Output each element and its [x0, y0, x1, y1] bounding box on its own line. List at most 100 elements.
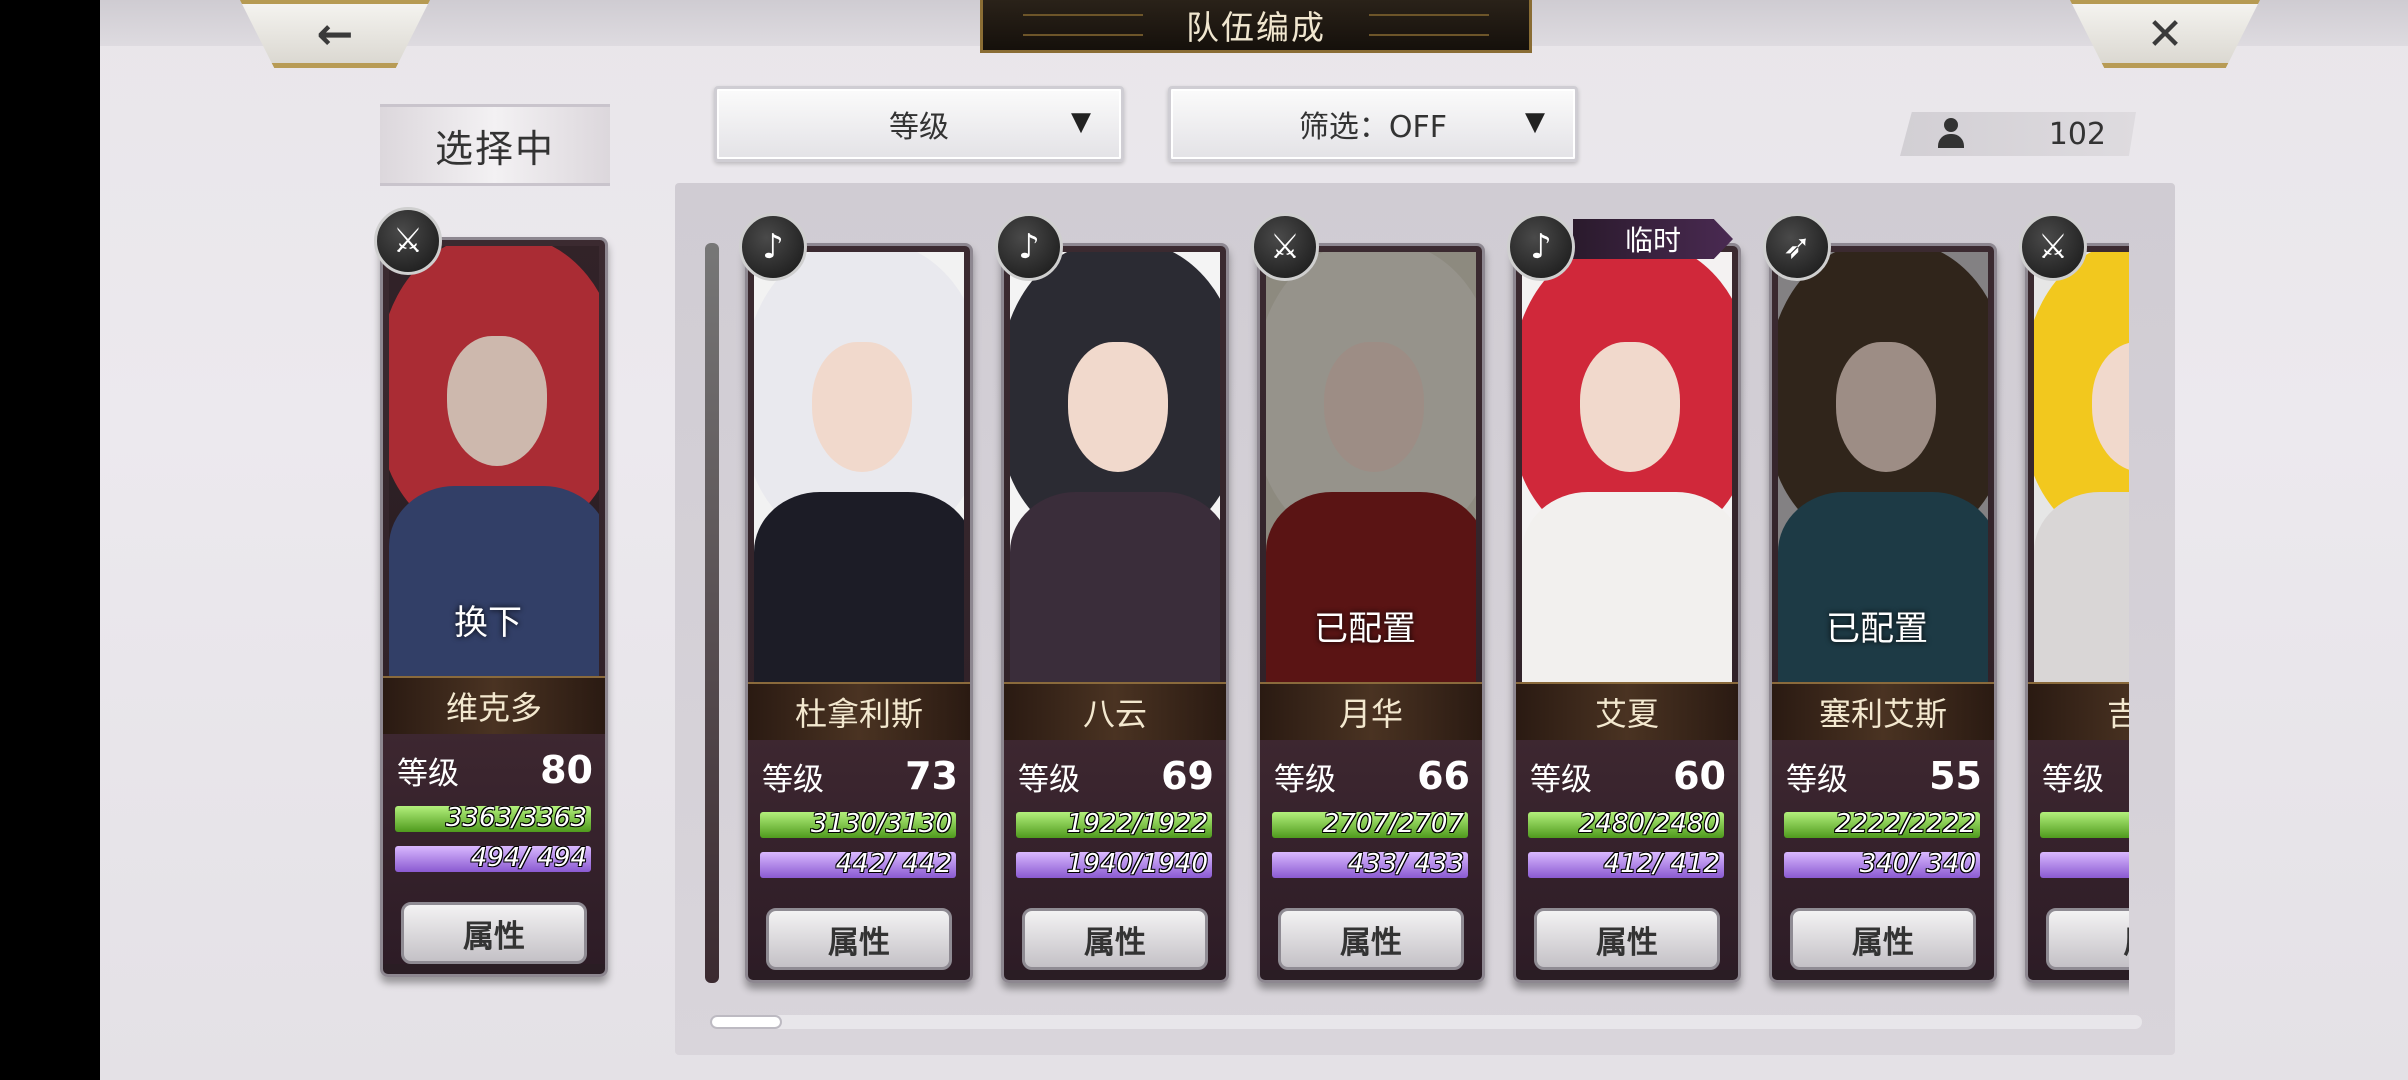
level-label: 等级	[1018, 761, 1080, 798]
mp-value: 442/ 442	[835, 852, 952, 878]
hp-bar: 3130/3130	[760, 812, 956, 838]
character-portrait	[2034, 252, 2129, 682]
level-value: 73	[905, 754, 958, 798]
roster-list[interactable]: ♪ 杜拿利斯 等级 73 3130/3130 442/ 442 属性 ♪ 八云 等级 69 1922/…	[705, 213, 2129, 1013]
character-name: 吉尔	[2028, 682, 2129, 742]
scrollbar-thumb[interactable]	[710, 1015, 782, 1029]
staff-icon: ♪	[739, 213, 807, 281]
chevron-down-icon: ▼	[1525, 107, 1545, 137]
card-frame: 艾夏等级 60 2480/2480 412/ 412 属性	[1513, 243, 1741, 983]
scrollbar[interactable]	[710, 1015, 2142, 1029]
mp-bar: 442/ 442	[760, 852, 956, 878]
card-frame: 换下 维克多 等级 80 3363/3363 494/ 494 属性	[380, 237, 608, 977]
mp-bar: 340/ 340	[1784, 852, 1980, 878]
character-name: 月华	[1260, 682, 1482, 742]
member-count: 102	[1900, 112, 2136, 156]
hp-bar: 1922/1922	[1016, 812, 1212, 838]
character-name: 杜拿利斯	[748, 682, 970, 742]
attributes-button[interactable]: 属	[2046, 908, 2129, 970]
filter-dropdown[interactable]: 筛选：OFF ▼	[1168, 86, 1578, 162]
hp-value: 2707/2707	[1322, 812, 1464, 838]
level-label: 等级	[397, 755, 459, 792]
character-name: 维克多	[383, 676, 605, 736]
attributes-button[interactable]: 属性	[1534, 908, 1720, 970]
hp-value: 3363/3363	[445, 806, 587, 832]
sort-dropdown[interactable]: 等级 ▼	[714, 86, 1124, 162]
selected-character-card[interactable]: ⚔ 换下 维克多 等级 80 3363/3363 494/ 494 属性	[374, 207, 608, 977]
level-value: 60	[1673, 754, 1726, 798]
temporary-tag: 临时	[1573, 219, 1733, 259]
back-button[interactable]: ←	[240, 0, 430, 68]
roster-panel: ♪ 杜拿利斯 等级 73 3130/3130 442/ 442 属性 ♪ 八云 等级 69 1922/…	[675, 183, 2175, 1055]
mp-value: 1940/1940	[1066, 852, 1208, 878]
status-text: 已配置	[1314, 609, 1416, 649]
mp-value: 494/ 494	[470, 846, 587, 872]
close-icon: ✕	[2146, 8, 2184, 60]
hp-bar: 2222/2222	[1784, 812, 1980, 838]
card-frame: 已配置 塞利艾斯 等级 55 2222/2222 340/ 340 属性	[1769, 243, 1997, 983]
character-name: 八云	[1004, 682, 1226, 742]
character-portrait	[1522, 252, 1732, 682]
roster-card[interactable]: ♪ 临时艾夏等级 60 2480/2480 412/ 412 属性	[1507, 213, 1741, 983]
bow-icon: ➶	[1763, 213, 1831, 281]
level-value: 80	[540, 748, 593, 792]
staff-icon: ♪	[1507, 213, 1575, 281]
sort-dropdown-label: 等级	[889, 110, 949, 145]
stats-panel: 等级 2278 264 属	[2028, 740, 2129, 970]
hp-value: 2222/2222	[1834, 812, 1976, 838]
card-frame: 已配置 月华 等级 66 2707/2707 433/ 433 属性	[1257, 243, 1485, 983]
attributes-button[interactable]: 属性	[1790, 908, 1976, 970]
hp-value: 3130/3130	[810, 812, 952, 838]
roster-card[interactable]: ⚔ 已配置 月华 等级 66 2707/2707 433/ 433 属性	[1251, 213, 1485, 983]
roster-card[interactable]: ♪ 八云等级 69 1922/1922 1940/1940 属性	[995, 213, 1229, 983]
character-name: 艾夏	[1516, 682, 1738, 742]
mp-value: 412/ 412	[1603, 852, 1720, 878]
mp-value: 340/ 340	[1859, 852, 1976, 878]
stats-panel: 等级 73 3130/3130 442/ 442 属性	[748, 740, 970, 970]
character-name: 塞利艾斯	[1772, 682, 1994, 742]
card-frame: 八云等级 69 1922/1922 1940/1940 属性	[1001, 243, 1229, 983]
close-button[interactable]: ✕	[2070, 0, 2260, 68]
card-frame: 吉尔等级 2278 264 属	[2025, 243, 2129, 983]
page-title: 队伍编成	[980, 0, 1532, 53]
attributes-button[interactable]: 属性	[1278, 908, 1464, 970]
mp-bar: 433/ 433	[1272, 852, 1468, 878]
person-icon	[1936, 118, 1966, 150]
status-text: 换下	[454, 603, 522, 643]
stats-panel: 等级 66 2707/2707 433/ 433 属性	[1260, 740, 1482, 970]
mp-bar: 494/ 494	[395, 846, 591, 872]
stats-panel: 等级 60 2480/2480 412/ 412 属性	[1516, 740, 1738, 970]
attributes-button[interactable]: 属性	[1022, 908, 1208, 970]
mp-value: 433/ 433	[1347, 852, 1464, 878]
roster-card[interactable]: ➶ 已配置 塞利艾斯 等级 55 2222/2222 340/ 340 属性	[1763, 213, 1997, 983]
filter-dropdown-label: 筛选：OFF	[1298, 110, 1448, 145]
card-frame: 杜拿利斯等级 73 3130/3130 442/ 442 属性	[745, 243, 973, 983]
chevron-down-icon: ▼	[1071, 107, 1091, 137]
mp-bar: 264	[2040, 852, 2129, 878]
status-text: 已配置	[1826, 609, 1928, 649]
hp-bar: 2278	[2040, 812, 2129, 838]
level-value: 69	[1161, 754, 1214, 798]
roster-card[interactable]: ♪ 杜拿利斯等级 73 3130/3130 442/ 442 属性	[739, 213, 973, 983]
sword-icon: ⚔	[2019, 213, 2087, 281]
stats-panel: 等级 55 2222/2222 340/ 340 属性	[1772, 740, 1994, 970]
level-value: 66	[1417, 754, 1470, 798]
game-screen: ← 队伍编成 ✕ 选择中 等级 ▼ 筛选：OFF ▼ 102 ⚔ 换下 维克多	[100, 0, 2408, 1080]
roster-card[interactable]: ⚔ 吉尔等级 2278 264 属	[2019, 213, 2129, 983]
hp-bar: 2707/2707	[1272, 812, 1468, 838]
attributes-button[interactable]: 属性	[766, 908, 952, 970]
mp-bar: 1940/1940	[1016, 852, 1212, 878]
back-arrow-icon: ←	[316, 8, 354, 60]
staff-icon: ♪	[995, 213, 1063, 281]
level-label: 等级	[1530, 761, 1592, 798]
character-portrait	[1010, 252, 1220, 682]
level-label: 等级	[2042, 761, 2104, 798]
stats-panel: 等级 80 3363/3363 494/ 494 属性	[383, 734, 605, 964]
sword-icon: ⚔	[1251, 213, 1319, 281]
hp-bar: 2480/2480	[1528, 812, 1724, 838]
attributes-button[interactable]: 属性	[401, 902, 587, 964]
level-label: 等级	[1786, 761, 1848, 798]
level-label: 等级	[762, 761, 824, 798]
partial-card	[705, 243, 719, 983]
mp-bar: 412/ 412	[1528, 852, 1724, 878]
